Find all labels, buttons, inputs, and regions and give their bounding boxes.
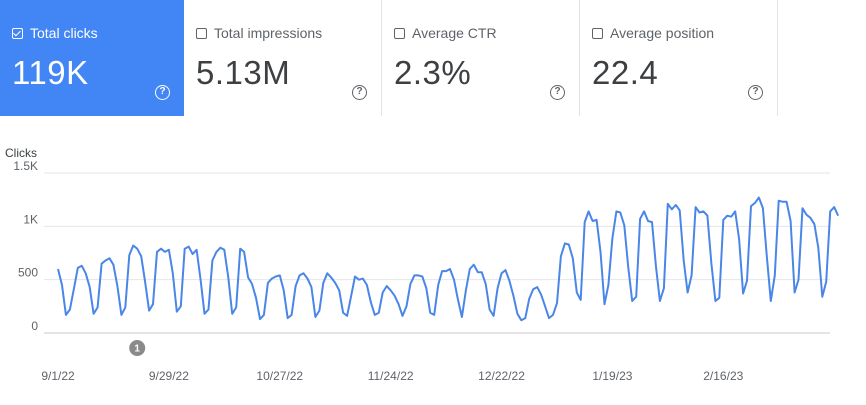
metric-label: Average position <box>610 25 715 41</box>
metric-cards: Total clicks 119K ? Total impressions 5.… <box>0 0 778 116</box>
metric-card-total-impressions[interactable]: Total impressions 5.13M ? <box>184 0 382 116</box>
x-tick-label: 9/29/22 <box>149 369 189 383</box>
checkbox-icon[interactable] <box>394 27 405 39</box>
x-tick-label: 12/22/22 <box>478 369 525 383</box>
x-tick-label: 9/1/22 <box>41 369 75 383</box>
x-axis-ticks: 9/1/22 9/29/22 10/27/22 11/24/22 12/22/22 1/1… <box>41 369 743 383</box>
metric-label: Total impressions <box>214 25 323 41</box>
y-axis-title: Clicks <box>5 146 37 160</box>
metric-label: Total clicks <box>30 25 98 41</box>
metric-value: 2.3% <box>394 54 472 91</box>
y-tick-label: 500 <box>18 266 38 280</box>
metric-card-average-ctr[interactable]: Average CTR 2.3% ? <box>382 0 580 116</box>
metric-card-average-position[interactable]: Average position 22.4 ? <box>580 0 778 116</box>
x-tick-label: 2/16/23 <box>703 369 743 383</box>
help-icon[interactable]: ? <box>748 85 763 100</box>
checkbox-icon[interactable] <box>196 27 207 39</box>
annotation-marker[interactable]: 1 <box>129 340 146 356</box>
help-icon[interactable]: ? <box>550 85 565 100</box>
metric-header: Average position <box>592 25 714 41</box>
annotation-marker-label: 1 <box>134 344 140 355</box>
help-icon[interactable]: ? <box>155 85 170 100</box>
metric-label: Average CTR <box>412 25 497 41</box>
y-tick-label: 1.5K <box>13 159 38 173</box>
checkbox-icon[interactable] <box>592 27 603 39</box>
x-tick-label: 11/24/22 <box>368 369 414 383</box>
clicks-line-chart: Clicks 0 500 1K 1.5K 9/1/22 9/29/22 10/27/22 1… <box>5 146 840 383</box>
metric-header: Total impressions <box>196 25 322 41</box>
metric-card-total-clicks[interactable]: Total clicks 119K ? <box>0 0 184 116</box>
gridlines <box>44 172 830 334</box>
y-tick-label: 0 <box>31 319 38 333</box>
y-tick-label: 1K <box>23 212 38 226</box>
metric-value: 5.13M <box>196 54 291 91</box>
metric-value: 119K <box>12 54 89 91</box>
metric-value: 22.4 <box>592 54 659 91</box>
y-axis-ticks: 0 500 1K 1.5K <box>13 159 38 333</box>
metric-header: Total clicks <box>12 25 98 41</box>
x-tick-label: 1/19/23 <box>592 369 632 383</box>
checkbox-checked-icon[interactable] <box>12 27 23 39</box>
help-icon[interactable]: ? <box>352 85 367 100</box>
x-tick-label: 10/27/22 <box>256 369 303 383</box>
series-line-clicks <box>57 196 840 322</box>
metric-header: Average CTR <box>394 25 497 41</box>
